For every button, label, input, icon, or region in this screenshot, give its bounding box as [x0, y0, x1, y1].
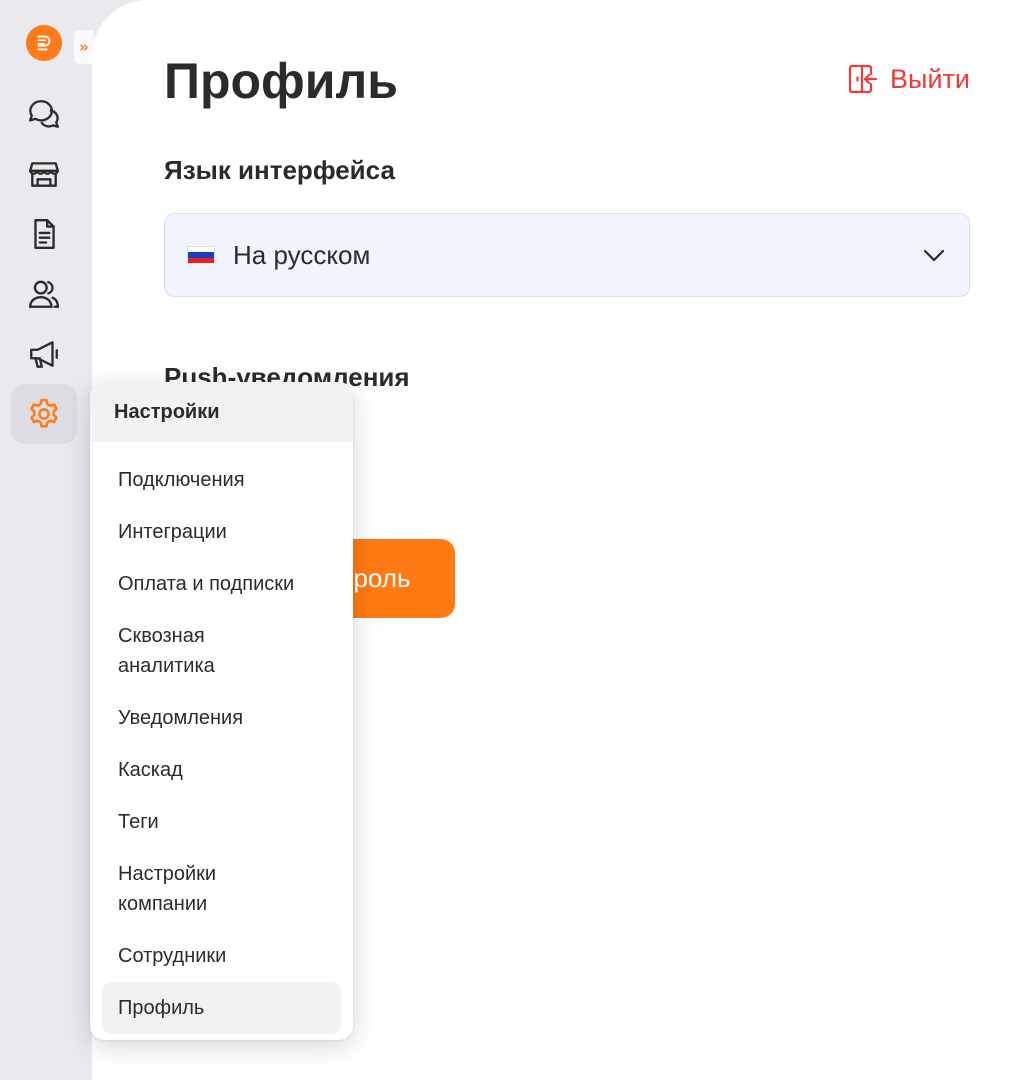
chevron-down-icon	[923, 249, 945, 262]
language-select[interactable]: На русском	[164, 213, 970, 297]
settings-menu-list: Подключения Интеграции Оплата и подписки…	[90, 442, 353, 1034]
language-selected-value: На русском	[233, 239, 371, 270]
sidebar-item-documents[interactable]	[11, 204, 77, 264]
sidebar-item-broadcasts[interactable]	[11, 324, 77, 384]
logout-icon	[848, 64, 878, 94]
document-icon	[34, 219, 55, 249]
megaphone-icon	[30, 341, 58, 368]
menu-item-billing[interactable]: Оплата и подписки	[102, 558, 341, 610]
sidebar-item-store[interactable]	[11, 144, 77, 204]
gear-icon	[30, 398, 58, 428]
menu-item-cascade[interactable]: Каскад	[102, 744, 341, 796]
menu-item-notifications[interactable]: Уведомления	[102, 692, 341, 744]
settings-menu-header: Настройки	[90, 382, 353, 442]
store-icon	[29, 162, 59, 187]
russia-flag-icon	[187, 246, 215, 264]
menu-item-company-settings[interactable]: Настройки компании	[102, 848, 282, 930]
menu-item-connections[interactable]: Подключения	[102, 454, 341, 506]
users-icon	[29, 280, 59, 308]
brand-logo-icon[interactable]	[26, 25, 62, 61]
sidebar-item-settings[interactable]	[11, 384, 77, 444]
logout-label: Выйти	[890, 63, 970, 94]
sidebar-rail: »	[0, 0, 94, 1080]
logout-button[interactable]: Выйти	[846, 62, 970, 96]
page-title: Профиль	[164, 53, 399, 109]
chat-bubbles-icon	[29, 100, 59, 128]
sidebar-item-clients[interactable]	[11, 264, 77, 324]
menu-item-profile[interactable]: Профиль	[102, 982, 341, 1034]
language-section-label: Язык интерфейса	[164, 155, 395, 185]
menu-item-tags[interactable]: Теги	[102, 796, 341, 848]
expand-sidebar-button[interactable]: »	[74, 30, 94, 64]
menu-item-analytics[interactable]: Сквозная аналитика	[102, 610, 282, 692]
sidebar-item-chats[interactable]	[11, 84, 77, 144]
menu-item-integrations[interactable]: Интеграции	[102, 506, 341, 558]
settings-menu: Настройки Подключения Интеграции Оплата …	[90, 382, 353, 1040]
menu-item-employees[interactable]: Сотрудники	[102, 930, 341, 982]
double-chevron-right-icon: »	[79, 38, 89, 56]
